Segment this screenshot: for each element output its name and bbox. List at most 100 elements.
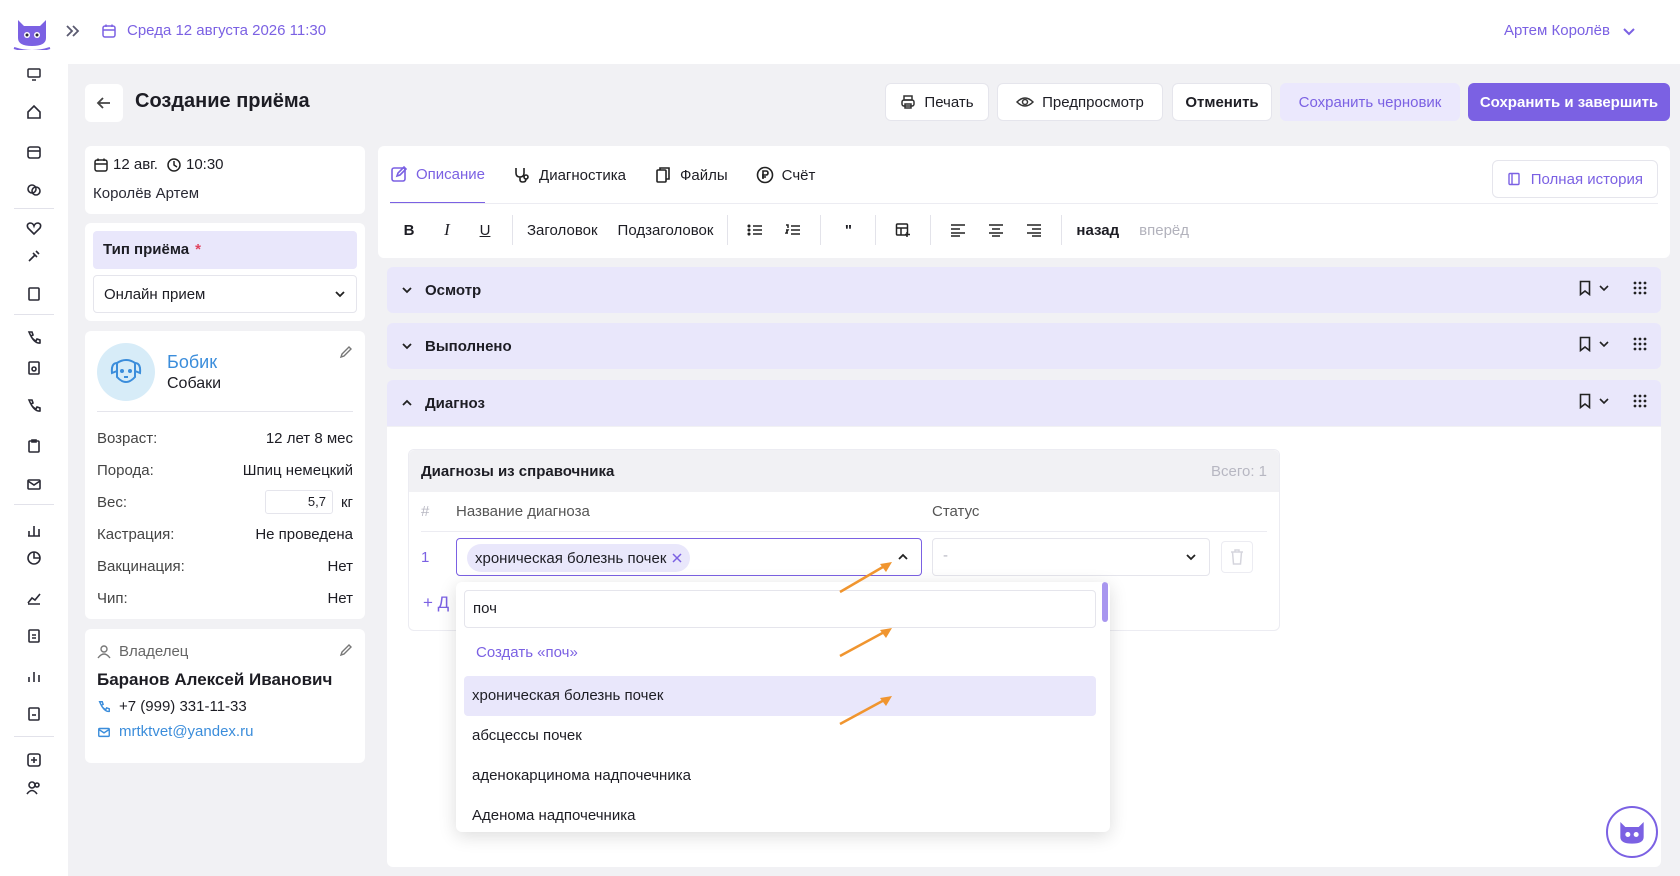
bold-button[interactable]: B (390, 214, 428, 246)
close-icon[interactable] (672, 553, 682, 563)
preview-button[interactable]: Предпросмотр (997, 83, 1163, 121)
app-logo-icon[interactable] (12, 14, 52, 50)
heading-button[interactable]: Заголовок (521, 214, 604, 246)
align-center-icon (988, 223, 1004, 237)
save-and-finish-button[interactable]: Сохранить и завершить (1468, 83, 1670, 121)
redo-button[interactable]: вперёд (1133, 214, 1195, 246)
expand-sidebar-icon[interactable] (64, 22, 82, 40)
bullet-list-button[interactable] (736, 214, 774, 246)
tab-invoice[interactable]: Счёт (756, 146, 815, 204)
chevron-down-icon[interactable] (1599, 339, 1609, 349)
bookmark-icon[interactable] (1579, 393, 1591, 409)
stats-icon[interactable] (24, 666, 44, 686)
attr-weight: Вес: 5,7 кг (97, 486, 353, 518)
syringe-icon[interactable] (24, 246, 44, 266)
phone-icon (97, 700, 111, 714)
calendar-icon (101, 23, 117, 39)
medical-icon[interactable] (24, 750, 44, 770)
book-icon (1507, 172, 1521, 186)
add-diagnosis-link[interactable]: + Д (423, 593, 449, 613)
italic-button[interactable]: I (428, 214, 466, 246)
chevron-down-icon (334, 288, 346, 300)
visit-type-select[interactable]: Онлайн прием (93, 275, 357, 313)
home-icon[interactable] (24, 102, 44, 122)
full-history-button[interactable]: Полная история (1491, 160, 1658, 198)
dropdown-option[interactable]: хроническая болезнь почек (464, 676, 1096, 716)
section-performed[interactable]: Выполнено (387, 323, 1661, 369)
drag-handle-icon[interactable] (1633, 337, 1647, 351)
owner-card: Владелец Баранов Алексей Иванович +7 (99… (85, 629, 365, 763)
print-button[interactable]: Печать (885, 83, 989, 121)
owner-email[interactable]: mrtktvet@yandex.ru (119, 723, 253, 740)
pet-name[interactable]: Бобик (167, 352, 221, 373)
col-diagnosis-name: Название диагноза (456, 503, 590, 520)
clipboard-icon[interactable] (24, 436, 44, 456)
section-diagnosis[interactable]: Диагноз (387, 380, 1661, 426)
pets-icon[interactable] (24, 180, 44, 200)
edit-pet-icon[interactable] (339, 345, 353, 359)
diagnosis-select[interactable]: хроническая болезнь почек (456, 538, 922, 576)
phone-icon[interactable] (24, 328, 44, 348)
status-select[interactable]: - (932, 538, 1210, 576)
phone-call-icon[interactable] (24, 396, 44, 416)
pie-chart-icon[interactable] (24, 548, 44, 568)
cancel-button[interactable]: Отменить (1172, 83, 1272, 121)
heart-icon[interactable] (24, 218, 44, 238)
col-status: Статус (932, 503, 980, 520)
dropdown-search-input[interactable]: поч (464, 590, 1096, 628)
document-icon[interactable] (24, 284, 44, 304)
create-option[interactable]: Создать «поч» (476, 644, 578, 661)
align-left-icon (950, 223, 966, 237)
align-right-button[interactable] (1015, 214, 1053, 246)
edit-owner-icon[interactable] (339, 643, 353, 657)
chevron-down-icon (1622, 24, 1636, 38)
underline-button[interactable]: U (466, 214, 504, 246)
mail-icon[interactable] (24, 474, 44, 494)
tab-description[interactable]: Описание (390, 146, 486, 204)
drag-handle-icon[interactable] (1633, 281, 1647, 295)
chevron-up-icon[interactable] (897, 551, 909, 563)
archive-icon[interactable] (24, 704, 44, 724)
delete-row-button[interactable] (1221, 541, 1253, 573)
drag-handle-icon[interactable] (1633, 394, 1647, 408)
bar-chart-icon[interactable] (24, 520, 44, 540)
dropdown-scrollbar[interactable] (1102, 582, 1108, 622)
section-examination[interactable]: Осмотр (387, 267, 1661, 313)
quote-button[interactable]: " (829, 214, 867, 246)
calendar-icon[interactable] (24, 142, 44, 162)
file-icon[interactable] (24, 358, 44, 378)
user-menu[interactable]: Артем Королёв (1504, 22, 1636, 39)
subheading-button[interactable]: Подзаголовок (612, 214, 720, 246)
undo-button[interactable]: назад (1070, 214, 1125, 246)
dropdown-option[interactable]: абсцессы почек (464, 716, 1096, 756)
bookmark-icon[interactable] (1579, 336, 1591, 352)
weight-input[interactable]: 5,7 (264, 490, 333, 514)
support-bot-button[interactable] (1606, 806, 1658, 858)
insert-table-button[interactable] (884, 214, 922, 246)
arrow-left-icon (95, 94, 113, 112)
chevron-down-icon[interactable] (1599, 283, 1609, 293)
owner-phone[interactable]: +7 (999) 331-11-33 (119, 698, 247, 715)
chevron-down-icon (401, 284, 413, 296)
back-button[interactable] (85, 84, 123, 122)
dropdown-option[interactable]: Аденома надпочечника (464, 796, 1096, 832)
pet-attributes: Возраст: 12 лет 8 мес Порода: Шпиц немецки… (97, 422, 353, 614)
report-icon[interactable] (24, 626, 44, 646)
monitor-icon[interactable] (24, 64, 44, 84)
save-draft-button[interactable]: Сохранить черновик (1280, 83, 1460, 121)
line-chart-icon[interactable] (24, 588, 44, 608)
visit-type-label: Тип приёма * (93, 231, 357, 269)
dropdown-option[interactable]: аденокарцинома надпочечника (464, 756, 1096, 796)
align-left-button[interactable] (939, 214, 977, 246)
printer-icon (900, 94, 916, 110)
chevron-up-icon (401, 397, 413, 409)
users-icon[interactable] (24, 778, 44, 798)
chevron-down-icon (401, 340, 413, 352)
numbered-list-button[interactable] (774, 214, 812, 246)
align-center-button[interactable] (977, 214, 1015, 246)
tab-diagnostics[interactable]: Диагностика (513, 146, 626, 204)
bookmark-icon[interactable] (1579, 280, 1591, 296)
tab-files[interactable]: Файлы (654, 146, 728, 204)
pet-species: Собаки (167, 374, 222, 392)
chevron-down-icon[interactable] (1599, 396, 1609, 406)
